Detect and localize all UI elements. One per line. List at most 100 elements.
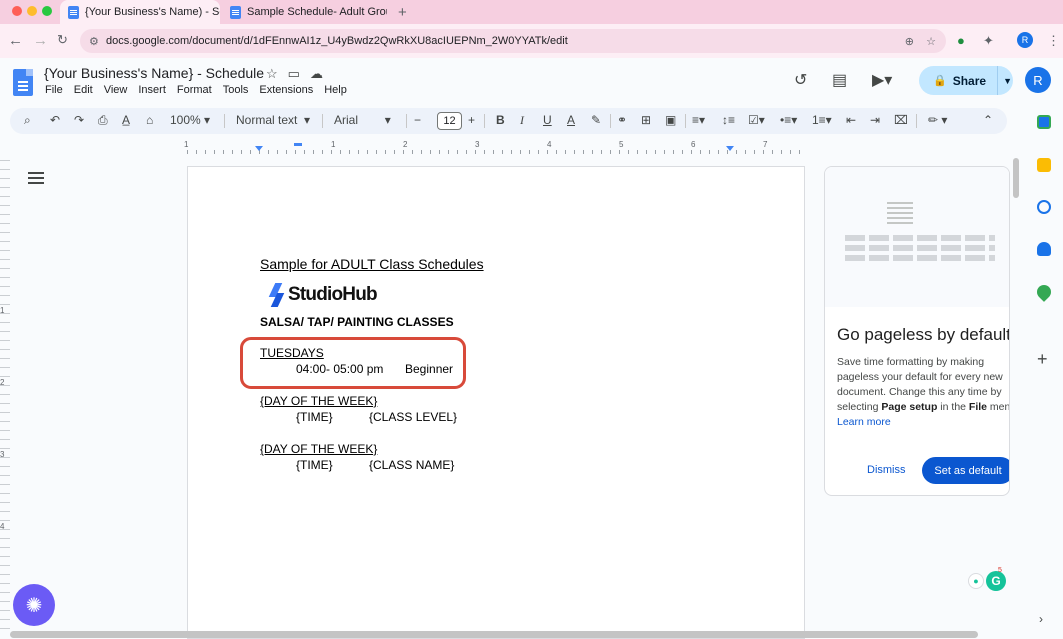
- insert-image-icon[interactable]: ▣: [665, 113, 676, 127]
- document-outline-icon[interactable]: [28, 172, 44, 185]
- underline-icon[interactable]: U: [543, 113, 552, 127]
- menu-edit[interactable]: Edit: [74, 84, 93, 96]
- version-history-icon[interactable]: ↺: [794, 70, 807, 90]
- file-menu-text: File: [968, 401, 988, 413]
- align-icon[interactable]: ≡▾: [692, 113, 705, 127]
- menu-insert[interactable]: Insert: [138, 84, 166, 96]
- print-icon[interactable]: ⎙: [98, 113, 108, 128]
- add-on-plus-icon[interactable]: +: [1037, 349, 1048, 370]
- line-spacing-icon[interactable]: ↕≡: [722, 113, 735, 127]
- editing-mode-icon[interactable]: ✏ ▾: [928, 113, 947, 127]
- contacts-icon[interactable]: [1037, 242, 1051, 256]
- account-avatar[interactable]: R: [1025, 67, 1051, 93]
- back-icon[interactable]: ←: [8, 32, 23, 49]
- collapse-toolbar-icon[interactable]: ⌃: [983, 113, 993, 127]
- browser-profile-avatar[interactable]: R: [1017, 32, 1033, 48]
- docs-header: {Your Business's Name} - Schedule ☆ ▭ ☁ …: [0, 58, 1063, 106]
- menu-tools[interactable]: Tools: [223, 84, 249, 96]
- spellcheck-icon[interactable]: A̲: [122, 113, 130, 127]
- tasks-icon[interactable]: [1037, 200, 1051, 214]
- maximize-window-icon[interactable]: [42, 6, 52, 16]
- first-line-indent-marker[interactable]: [294, 143, 302, 146]
- vertical-ruler-number: 4: [0, 522, 5, 531]
- horizontal-scrollbar[interactable]: [10, 631, 978, 638]
- menu-format[interactable]: Format: [177, 84, 212, 96]
- right-indent-marker[interactable]: [726, 146, 734, 151]
- set-as-default-button[interactable]: Set as default: [922, 457, 1009, 484]
- chevron-down-icon[interactable]: ▼: [1003, 76, 1012, 86]
- insert-link-icon[interactable]: ⚭: [617, 113, 627, 127]
- grammarly-extension-icon[interactable]: ●: [957, 33, 965, 48]
- menu-bar: File Edit View Insert Format Tools Exten…: [45, 84, 347, 96]
- close-window-icon[interactable]: [12, 6, 22, 16]
- document-title[interactable]: {Your Business's Name} - Schedule: [44, 65, 264, 81]
- schedule-time: 04:00- 05:00 pm: [296, 362, 384, 376]
- add-comment-icon[interactable]: ⊞: [641, 113, 651, 127]
- lock-icon: 🔒: [933, 75, 947, 87]
- zoom-icon[interactable]: ⊕: [905, 35, 914, 48]
- increase-font-size-icon[interactable]: +: [468, 113, 475, 127]
- docs-logo-icon[interactable]: [13, 69, 33, 96]
- cloud-saved-icon[interactable]: ☁: [310, 66, 323, 82]
- schedule-day: {DAY OF THE WEEK}: [260, 394, 378, 408]
- dismiss-button[interactable]: Dismiss: [867, 464, 906, 476]
- menu-help[interactable]: Help: [324, 84, 347, 96]
- assistant-fab-button[interactable]: ✺: [13, 584, 55, 626]
- more-menu-icon[interactable]: ⋮: [1047, 33, 1060, 49]
- font-select[interactable]: Arial ▾: [334, 113, 391, 127]
- numbered-list-icon[interactable]: 1≡▾: [812, 113, 832, 127]
- search-menus-icon[interactable]: ⌕: [24, 113, 31, 128]
- move-folder-icon[interactable]: ▭: [288, 66, 300, 82]
- clear-formatting-icon[interactable]: ⌧: [894, 113, 908, 127]
- browser-tab[interactable]: Sample Schedule- Adult Grou ×: [222, 0, 387, 24]
- undo-icon[interactable]: ↶: [50, 113, 60, 127]
- new-tab-button[interactable]: +: [390, 0, 415, 24]
- forward-icon[interactable]: →: [33, 32, 48, 49]
- menu-extensions[interactable]: Extensions: [259, 84, 313, 96]
- vertical-scrollbar[interactable]: [1013, 158, 1019, 198]
- panel-description: Save time formatting by making pageless …: [837, 355, 1009, 430]
- document-page[interactable]: Sample for ADULT Class Schedules StudioH…: [187, 166, 805, 639]
- maps-icon[interactable]: [1034, 282, 1054, 302]
- comments-icon[interactable]: ▤: [832, 70, 847, 90]
- bulleted-list-icon[interactable]: •≡▾: [780, 113, 797, 127]
- site-info-icon[interactable]: ⚙: [89, 35, 99, 48]
- extensions-icon[interactable]: ✦: [983, 33, 994, 49]
- minimize-window-icon[interactable]: [27, 6, 37, 16]
- decrease-font-size-icon[interactable]: −: [414, 113, 421, 127]
- browser-tab-active[interactable]: {Your Business's Name) - Sch ×: [60, 0, 220, 24]
- lightbulb-icon[interactable]: ●: [968, 573, 984, 589]
- meet-video-icon[interactable]: ▶▾: [872, 70, 892, 90]
- text-color-icon[interactable]: A: [567, 113, 575, 127]
- paint-format-icon[interactable]: ⌂: [146, 113, 153, 127]
- increase-indent-icon[interactable]: ⇥: [870, 113, 880, 127]
- bookmark-star-icon[interactable]: ☆: [926, 35, 936, 48]
- document-heading: Sample for ADULT Class Schedules: [260, 256, 484, 272]
- learn-more-link[interactable]: Learn more: [837, 415, 1009, 430]
- star-icon[interactable]: ☆: [266, 66, 278, 82]
- redo-icon[interactable]: ↷: [74, 113, 84, 127]
- share-label: Share: [952, 73, 987, 88]
- zoom-select[interactable]: 100% ▾: [170, 113, 210, 127]
- url-bar[interactable]: ⚙ docs.google.com/document/d/1dFEnnwAI1z…: [80, 29, 946, 53]
- italic-icon[interactable]: I: [520, 113, 524, 128]
- grammarly-icon[interactable]: G: [986, 571, 1006, 591]
- bold-icon[interactable]: B: [496, 113, 505, 127]
- font-size-input[interactable]: 12: [437, 112, 462, 130]
- highlight-color-icon[interactable]: ✎: [591, 113, 601, 127]
- pageless-promo-panel: Go pageless by default Save time formatt…: [824, 166, 1010, 496]
- calendar-icon[interactable]: [1037, 115, 1051, 129]
- keep-icon[interactable]: [1037, 158, 1051, 172]
- schedule-day: TUESDAYS: [260, 346, 324, 360]
- menu-view[interactable]: View: [104, 84, 128, 96]
- left-indent-marker[interactable]: [255, 146, 263, 151]
- reload-icon[interactable]: ↻: [57, 32, 68, 48]
- decrease-indent-icon[interactable]: ⇤: [846, 113, 856, 127]
- ruler-number: 1: [331, 140, 336, 149]
- show-side-panel-icon[interactable]: ›: [1039, 612, 1043, 626]
- menu-file[interactable]: File: [45, 84, 63, 96]
- style-select[interactable]: Normal text ▾: [236, 113, 310, 127]
- share-button[interactable]: 🔒 Share ▼: [919, 66, 1013, 95]
- checklist-icon[interactable]: ☑▾: [748, 113, 765, 127]
- schedule-detail: {CLASS NAME}: [369, 458, 455, 472]
